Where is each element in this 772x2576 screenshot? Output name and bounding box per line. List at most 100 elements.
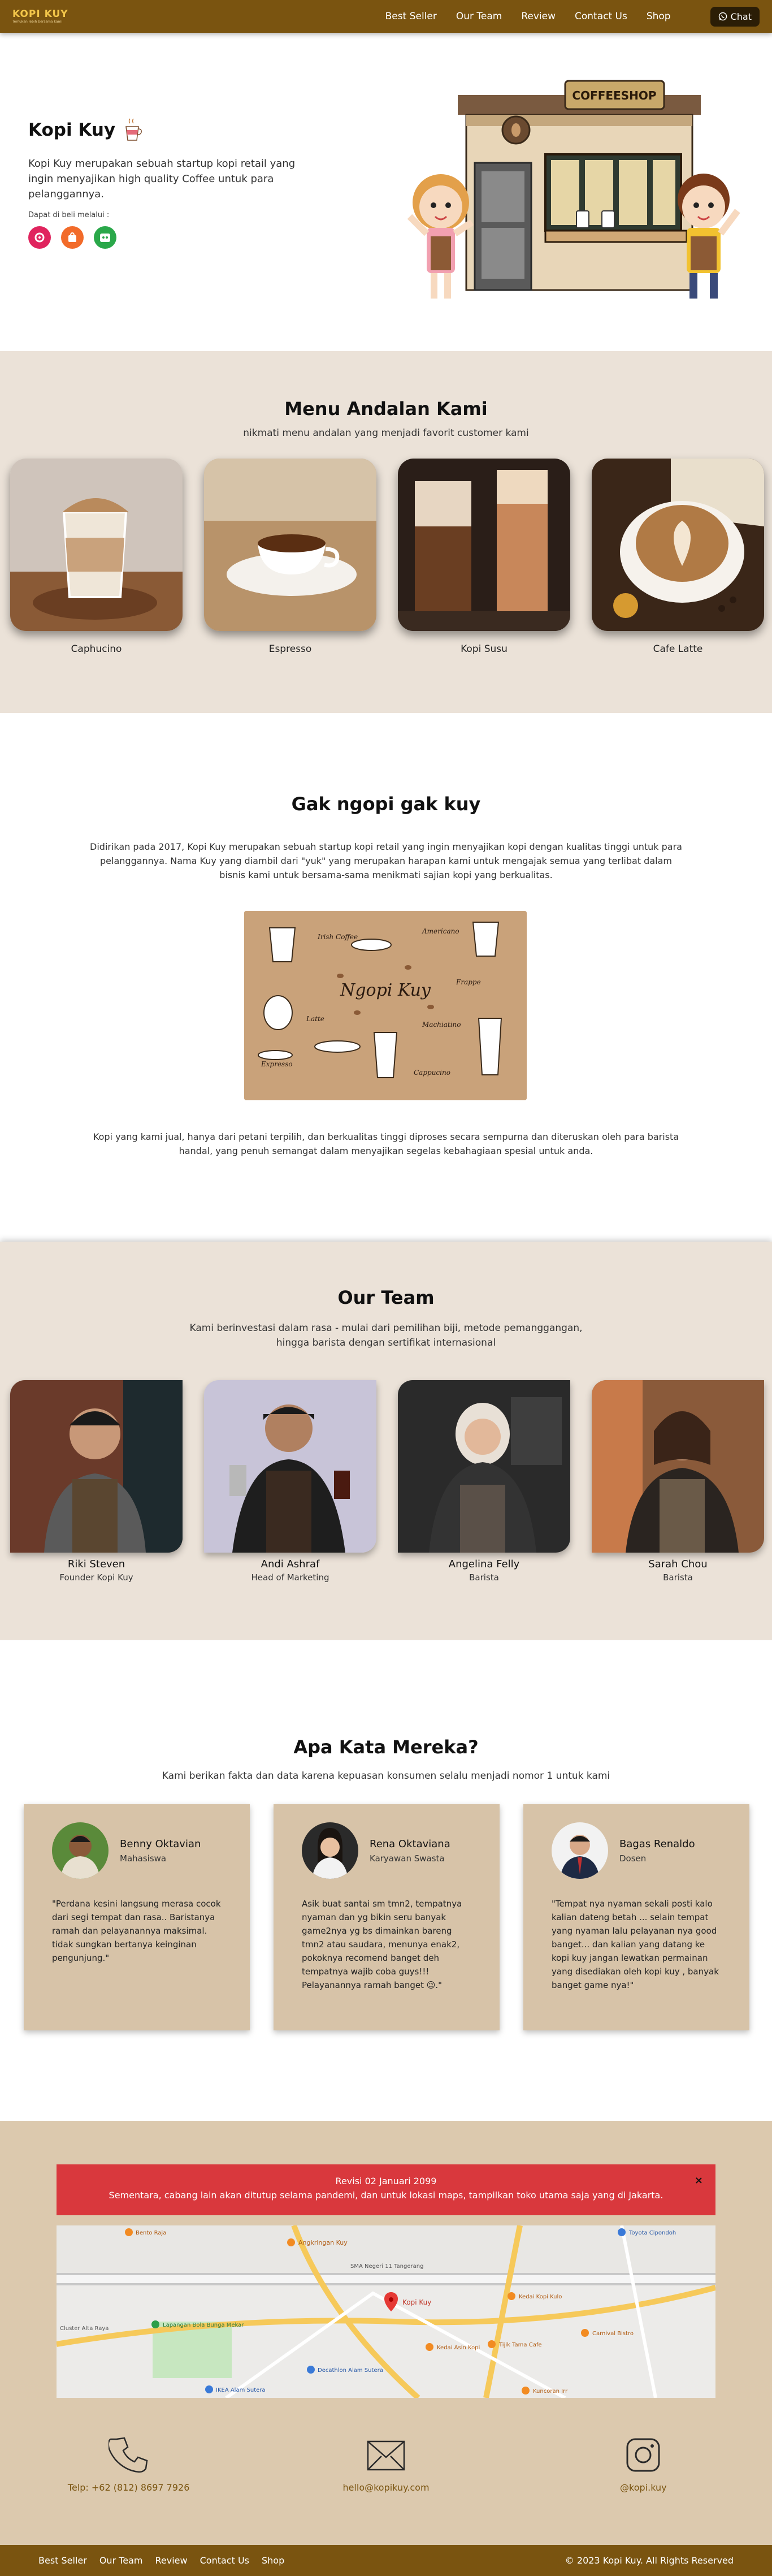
map-label: Kedai Asin Kopi	[437, 2345, 480, 2351]
hero-description: Kopi Kuy merupakan sebuah startup kopi r…	[28, 158, 296, 200]
brand-name: KOPI KUY	[12, 8, 68, 20]
reviews-subtitle: Kami berikan fakta dan data karena kepua…	[162, 1770, 610, 1782]
footer: Best Seller Our Team Review Contact Us S…	[0, 2545, 772, 2576]
cappuccino-photo	[10, 459, 183, 631]
about-title: Gak ngopi gak kuy	[291, 793, 481, 815]
review-header: Rena Oktaviana Karyawan Swasta	[302, 1822, 471, 1879]
ngopi-kuy-poster: Ngopi Kuy Irish Coffee Americano Frappe …	[244, 911, 527, 1100]
footer-link-contact-us[interactable]: Contact Us	[200, 2555, 249, 2566]
notice-title: Revisi 02 Januari 2099	[335, 2176, 437, 2186]
reviewer-name: Benny Oktavian	[120, 1838, 201, 1850]
menu-card[interactable]: Caphucino	[10, 459, 183, 655]
nav-link-best-seller[interactable]: Best Seller	[385, 11, 437, 22]
gofood-icon[interactable]	[28, 226, 51, 249]
team-card[interactable]: Riki Steven Founder Kopi Kuy	[10, 1380, 183, 1583]
footer-link-review[interactable]: Review	[155, 2555, 188, 2566]
team-title: Our Team	[337, 1287, 435, 1308]
contact-phone[interactable]: Telp: +62 (812) 8697 7926	[0, 2435, 257, 2493]
email-text: hello@kopikuy.com	[342, 2482, 430, 2493]
espresso-photo	[204, 459, 376, 631]
team-member-role: Head of Marketing	[251, 1572, 329, 1583]
menu-item-name: Caphucino	[71, 643, 122, 655]
team-member-photo	[204, 1380, 376, 1553]
poster-label: Latte	[306, 1015, 324, 1023]
avatar	[552, 1822, 608, 1879]
menu-item-name: Kopi Susu	[461, 643, 508, 655]
whatsapp-icon	[718, 12, 727, 21]
review-header: Benny Oktavian Mahasiswa	[52, 1822, 222, 1879]
contact-email[interactable]: hello@kopikuy.com	[257, 2435, 514, 2493]
team-subtitle: Kami berinvestasi dalam rasa - mulai dar…	[0, 1321, 772, 1350]
grabfood-icon[interactable]	[94, 226, 116, 249]
close-icon[interactable]: ×	[695, 2175, 703, 2186]
coffeeshop-illustration: COFFEESHOP	[407, 80, 740, 299]
chat-button[interactable]: Chat	[710, 6, 760, 27]
map-label: Cluster Alta Raya	[60, 2326, 109, 2332]
map-label: Tijik Tama Cafe	[498, 2342, 542, 2348]
sign-text: COFFEESHOP	[572, 89, 656, 102]
location-map[interactable]: Kopi Kuy Angkringan Kuy SMA Negeri 11 Ta…	[57, 2225, 715, 2398]
team-member-photo	[592, 1380, 764, 1553]
contact-section: Revisi 02 Januari 2099 Sementara, cabang…	[0, 2121, 772, 2545]
map-label: Decathlon Alam Sutera	[318, 2367, 383, 2374]
nav-link-our-team[interactable]: Our Team	[456, 11, 502, 22]
footer-link-our-team[interactable]: Our Team	[99, 2555, 143, 2566]
map-label: Carnival Bistro	[592, 2331, 634, 2337]
nav-link-contact-us[interactable]: Contact Us	[575, 11, 627, 22]
menu-card[interactable]: Espresso	[204, 459, 376, 655]
instagram-text: @kopi.kuy	[620, 2482, 667, 2493]
nav-links: Best Seller Our Team Review Contact Us S…	[385, 11, 671, 22]
team-member-name: Angelina Felly	[448, 1558, 520, 1570]
shopeefood-icon[interactable]	[61, 226, 84, 249]
map-label: IKEA Alam Sutera	[216, 2387, 266, 2393]
brand-logo[interactable]: KOPI KUY Temukan lebih bersama kami	[12, 8, 68, 24]
footer-link-shop[interactable]: Shop	[262, 2555, 284, 2566]
map-label: SMA Negeri 11 Tangerang	[350, 2263, 423, 2270]
avatar	[302, 1822, 358, 1879]
reviews-section: Apa Kata Mereka? Kami berikan fakta dan …	[0, 1640, 772, 2121]
review-quote: Asik buat santai sm tmn2, tempatnya nyam…	[302, 1899, 462, 1990]
avatar	[52, 1822, 109, 1879]
team-card[interactable]: Angelina Felly Barista	[398, 1380, 570, 1583]
chat-label: Chat	[730, 11, 752, 22]
team-member-role: Barista	[663, 1572, 693, 1583]
reviewer-name: Rena Oktaviana	[370, 1838, 450, 1850]
poster-label: Cappucino	[414, 1069, 450, 1077]
map-label-kopi-kuy: Kopi Kuy	[402, 2298, 431, 2306]
review-card: Bagas Renaldo Dosen "Tempat nya nyaman s…	[523, 1804, 749, 2030]
menu-card[interactable]: Kopi Susu	[398, 459, 570, 655]
reviewer-job: Dosen	[619, 1853, 647, 1864]
instagram-icon	[626, 2438, 660, 2472]
nav-link-shop[interactable]: Shop	[647, 11, 671, 22]
review-card: Rena Oktaviana Karyawan Swasta Asik buat…	[274, 1804, 500, 2030]
phone-text: Telp: +62 (812) 8697 7926	[67, 2482, 190, 2493]
brand-tagline: Temukan lebih bersama kami	[12, 19, 63, 24]
delivery-apps	[28, 226, 311, 249]
footer-link-best-seller[interactable]: Best Seller	[38, 2555, 87, 2566]
reviews-grid: Benny Oktavian Mahasiswa "Perdana kesini…	[24, 1804, 749, 2030]
copyright: © 2023 Kopi Kuy. All Rights Reserved	[565, 2555, 734, 2566]
contact-instagram[interactable]: @kopi.kuy	[515, 2435, 772, 2493]
team-card[interactable]: Sarah Chou Barista	[592, 1380, 764, 1583]
map-label: Kuncoran Irr	[533, 2388, 568, 2395]
team-member-role: Founder Kopi Kuy	[59, 1572, 133, 1583]
map-label: Bento Raja	[136, 2230, 166, 2236]
map-label: Lapangan Bola Bunga Mekar	[163, 2322, 244, 2328]
reviewer-job: Mahasiswa	[120, 1853, 167, 1864]
nav-link-review[interactable]: Review	[521, 11, 556, 22]
reviewer-job: Karyawan Swasta	[370, 1853, 445, 1864]
cafe-latte-photo	[592, 459, 764, 631]
team-section: Our Team Kami berinvestasi dalam rasa - …	[0, 1242, 772, 1640]
menu-card[interactable]: Cafe Latte	[592, 459, 764, 655]
team-member-photo	[398, 1380, 570, 1553]
team-grid: Riki Steven Founder Kopi Kuy Andi Ashraf…	[10, 1380, 764, 1583]
team-card[interactable]: Andi Ashraf Head of Marketing	[204, 1380, 376, 1583]
menu-section: Menu Andalan Kami nikmati menu andalan y…	[0, 351, 772, 713]
kopi-susu-photo	[398, 459, 570, 631]
poster-label: Expresso	[261, 1060, 293, 1068]
menu-title: Menu Andalan Kami	[284, 398, 488, 420]
hero-section: Kopi Kuy Kopi Kuy merupakan sebuah start…	[0, 33, 772, 351]
poster-label: Machiatino	[422, 1021, 461, 1028]
about-paragraph-1: Didirikan pada 2017, Kopi Kuy merupakan …	[90, 841, 682, 880]
poster-label: Irish Coffee	[317, 933, 358, 941]
